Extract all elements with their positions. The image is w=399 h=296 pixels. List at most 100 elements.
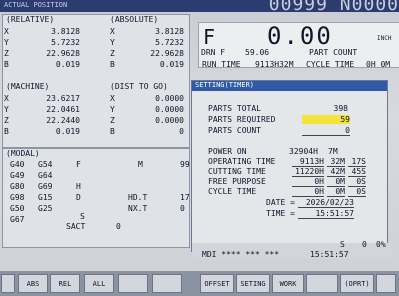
run-time-label: RUN TIME	[202, 60, 241, 69]
feed-label: F	[203, 25, 216, 49]
modal-code: H	[76, 182, 81, 191]
spindle-label: S	[340, 240, 345, 249]
axis-value: 5.7232	[51, 38, 80, 47]
cutting-time-label: CUTTING TIME	[208, 167, 266, 176]
axis-value: 22.9628	[46, 49, 80, 58]
modal-code: D	[76, 193, 81, 202]
cutting-minutes[interactable]: 42M	[327, 167, 345, 177]
cutting-seconds[interactable]: 45S	[348, 167, 366, 177]
free-minutes[interactable]: 0M	[327, 177, 345, 187]
operating-seconds[interactable]: 17S	[348, 157, 366, 167]
softkey-work[interactable]: WORK	[272, 274, 304, 293]
parts-total-label: PARTS TOTAL	[208, 104, 261, 113]
run-time-value: 9113H32M	[255, 60, 294, 69]
modal-code: G69	[38, 182, 53, 191]
relative-title: (RELATIVE)	[6, 15, 55, 24]
softkey-oprt[interactable]: (OPRT)	[340, 274, 374, 293]
clock: 15:51:57	[310, 250, 349, 259]
modal-code: G50	[10, 204, 25, 213]
load-value: 0%	[376, 240, 386, 249]
softkey-bar: ABS REL ALL OFFSET SETING WORK (OPRT)	[0, 271, 399, 296]
setting-timer-window: SETTING(TIMER) PARTS TOTAL 398 PARTS REQ…	[191, 80, 388, 252]
mode-text: ACTUAL POSITION	[4, 1, 68, 9]
sact-label: SACT	[66, 222, 86, 231]
modal-code: G67	[10, 215, 25, 224]
parts-required-input[interactable]: 59	[302, 115, 350, 124]
axis-label: Y	[4, 105, 9, 114]
cycle-minutes[interactable]: 0M	[327, 187, 345, 197]
machine-title: (MACHINE)	[6, 82, 50, 91]
axis-value: 5.7232	[155, 38, 184, 47]
parts-count-value[interactable]: 0	[302, 126, 350, 136]
modal-code: 0	[180, 204, 185, 213]
sact-value: 0	[116, 222, 121, 231]
spindle-value: 0	[362, 240, 367, 249]
modal-code: F	[76, 160, 81, 169]
time-value[interactable]: 15:51:57	[298, 209, 354, 219]
axis-label: B	[110, 60, 115, 69]
parts-required-label: PARTS REQUIRED	[208, 115, 276, 124]
modal-code: S	[80, 212, 85, 221]
axis-value: 0.019	[55, 127, 80, 136]
modal-code: G40	[10, 160, 25, 169]
setting-timer-title: SETTING(TIMER)	[192, 81, 387, 91]
softkey-seting[interactable]: SETING	[236, 274, 270, 293]
axis-value: 3.8128	[155, 27, 184, 36]
parts-total-value: 398	[333, 104, 348, 113]
axis-label: Y	[110, 105, 115, 114]
power-on-minutes: 7M	[328, 147, 338, 156]
axis-label: Z	[110, 49, 115, 58]
modal-code: G15	[38, 193, 53, 202]
softkey-prev[interactable]	[1, 274, 15, 293]
modal-code: G98	[10, 193, 25, 202]
softkey-empty-2[interactable]	[152, 274, 182, 293]
axis-value: 0.0000	[155, 116, 184, 125]
free-purpose-label: FREE PURPOSE	[208, 177, 266, 186]
axis-value: 3.8128	[51, 27, 80, 36]
axis-value: 22.2440	[46, 116, 80, 125]
absolute-title: (ABSOLUTE)	[110, 15, 159, 24]
axis-label: B	[4, 127, 9, 136]
softkey-all[interactable]: ALL	[84, 274, 114, 293]
cycle-time-value: 0H 0M	[366, 60, 391, 69]
power-on-hours: 32904H	[289, 147, 318, 156]
modal-code: G64	[38, 171, 53, 180]
modal-panel	[2, 148, 190, 248]
axis-value: 0.0000	[155, 105, 184, 114]
axis-label: X	[4, 27, 9, 36]
cycle-hours[interactable]: 0H	[292, 187, 324, 197]
feed-value: 0.00	[267, 22, 333, 50]
softkey-abs[interactable]: ABS	[18, 274, 48, 293]
modal-code: G25	[38, 204, 53, 213]
axis-label: Z	[4, 116, 9, 125]
operating-time-label: OPERATING TIME	[208, 157, 276, 166]
date-value[interactable]: 2026/02/23	[298, 198, 354, 208]
free-hours[interactable]: 0H	[292, 177, 324, 187]
operating-minutes[interactable]: 32M	[327, 157, 345, 167]
axis-label: Y	[110, 38, 115, 47]
top-bar: ACTUAL POSITION 00999 N0000	[0, 0, 399, 15]
cycle-time-label: CYCLE TIME	[306, 60, 355, 69]
axis-value: 0.019	[159, 60, 184, 69]
status-bar: S 0 0% MDI **** *** *** 15:51:57	[192, 240, 392, 259]
modal-code: G54	[38, 160, 53, 169]
softkey-offset[interactable]: OFFSET	[200, 274, 234, 293]
softkey-empty-1[interactable]	[118, 274, 148, 293]
modal-code: HD.T	[128, 193, 148, 202]
feed-unit: INCH	[377, 35, 392, 42]
axis-label: X	[4, 94, 9, 103]
modal-code: M	[138, 160, 143, 169]
softkey-rel[interactable]: REL	[50, 274, 80, 293]
part-count-label: PART COUNT	[309, 48, 358, 57]
softkey-empty-3[interactable]	[306, 274, 338, 293]
free-seconds[interactable]: 0S	[348, 177, 366, 187]
cycle-time-row-label: CYCLE TIME	[208, 187, 257, 196]
cutting-hours[interactable]: 11220H	[292, 167, 324, 177]
operating-hours[interactable]: 9113H	[292, 157, 324, 167]
axis-label: X	[110, 27, 115, 36]
cycle-seconds[interactable]: 0S	[348, 187, 366, 197]
axis-value: 23.6217	[46, 94, 80, 103]
axis-label: Z	[4, 49, 9, 58]
axis-value: 0.0000	[155, 94, 184, 103]
softkey-next[interactable]	[376, 274, 396, 293]
